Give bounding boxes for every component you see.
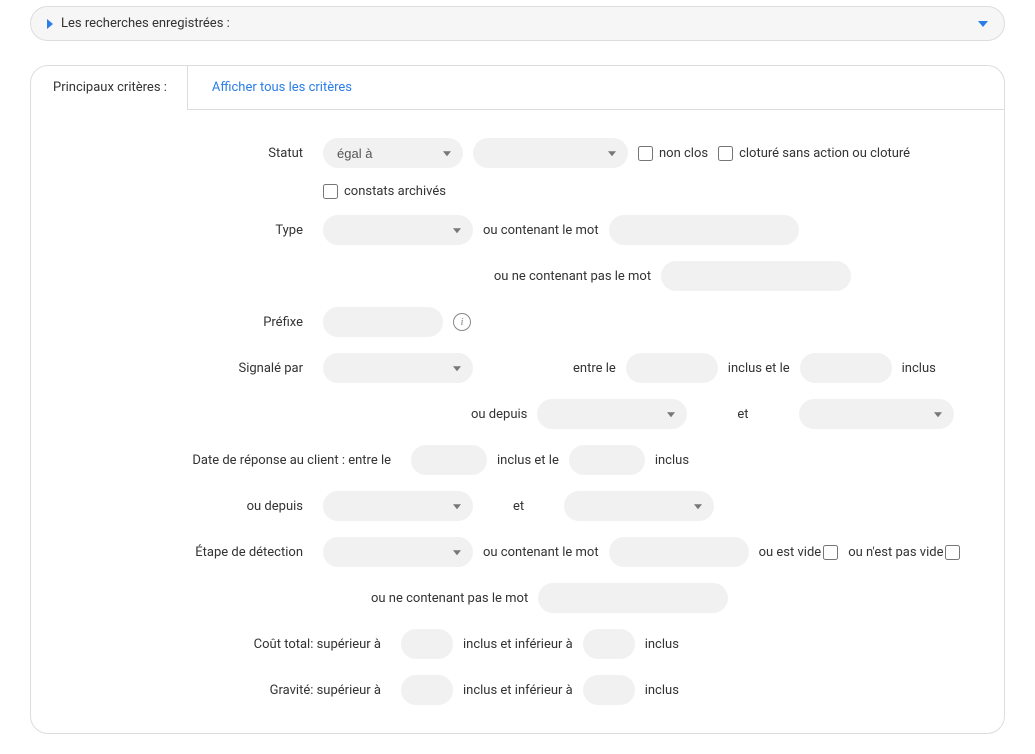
text-et-1: et (737, 407, 748, 422)
row-statut: Statut égal à non clos cloturé sans acti… (71, 138, 964, 168)
criteria-panel: Principaux critères : Afficher tous les … (30, 65, 1005, 734)
signale-select[interactable] (323, 353, 473, 383)
expand-icon (47, 19, 53, 29)
tabs: Principaux critères : Afficher tous les … (31, 66, 1004, 110)
row-type: Type ou contenant le mot (71, 215, 964, 245)
text-inclus-4: inclus (645, 683, 679, 698)
text-ou-ne-contenant-1: ou ne contenant pas le mot (494, 269, 651, 284)
label-prefixe: Préfixe (71, 315, 313, 330)
label-date-reponse: Date de réponse au client : entre le (71, 453, 401, 468)
text-ou-depuis-2: ou depuis (71, 499, 313, 514)
text-inclus-inf-2: inclus et inférieur à (463, 683, 573, 698)
tab-main-criteria[interactable]: Principaux critères : (31, 66, 187, 110)
checkbox-non-clos[interactable]: non clos (638, 146, 708, 161)
checkbox-nest-pas-vide-input[interactable] (945, 545, 960, 560)
checkbox-est-vide[interactable]: ou est vide (759, 545, 839, 560)
signale-date-to[interactable] (800, 353, 892, 383)
etape-select[interactable] (323, 537, 473, 567)
tab-all-criteria[interactable]: Afficher tous les critères (187, 66, 1004, 110)
gravite-min-input[interactable] (401, 675, 453, 705)
checkbox-non-clos-input[interactable] (638, 146, 653, 161)
text-et-2: et (513, 499, 524, 514)
text-ou-contenant-2: ou contenant le mot (483, 545, 599, 560)
text-inclus-et-le-1: inclus et le (728, 361, 790, 376)
criteria-form: Statut égal à non clos cloturé sans acti… (31, 110, 1004, 733)
text-inclus-inf-1: inclus et inférieur à (463, 637, 573, 652)
label-etape: Étape de détection (71, 545, 313, 560)
reponse-depuis-select[interactable] (323, 491, 473, 521)
checkbox-nest-pas-vide[interactable]: ou n'est pas vide (848, 545, 960, 560)
reponse-date-from[interactable] (411, 445, 487, 475)
type-select[interactable] (323, 215, 473, 245)
saved-searches-label: Les recherches enregistrées : (61, 16, 230, 31)
text-inclus-et-le-2: inclus et le (497, 453, 559, 468)
text-entre-le: entre le (573, 361, 616, 376)
checkbox-archives[interactable]: constats archivés (323, 184, 446, 199)
text-ou-contenant-1: ou contenant le mot (483, 223, 599, 238)
row-prefixe: Préfixe i (71, 307, 964, 337)
dropdown-icon[interactable] (978, 21, 988, 27)
checkbox-cloture-input[interactable] (718, 146, 733, 161)
type-notcontains-input[interactable] (661, 261, 851, 291)
row-reponse-depuis: ou depuis et (71, 491, 964, 521)
row-cout: Coût total: supérieur à inclus et inféri… (71, 629, 964, 659)
text-ou-ne-contenant-2: ou ne contenant pas le mot (371, 591, 528, 606)
signale-date-from[interactable] (626, 353, 718, 383)
etape-notcontains-input[interactable] (538, 583, 728, 613)
row-gravite: Gravité: supérieur à inclus et inférieur… (71, 675, 964, 705)
text-inclus-3: inclus (645, 637, 679, 652)
label-cout: Coût total: supérieur à (71, 637, 391, 652)
type-contains-input[interactable] (609, 215, 799, 245)
label-statut: Statut (71, 146, 313, 161)
etape-contains-input[interactable] (609, 537, 749, 567)
cout-min-input[interactable] (401, 629, 453, 659)
label-gravite: Gravité: supérieur à (71, 683, 391, 698)
prefixe-input[interactable] (323, 307, 443, 337)
row-etape-not: ou ne contenant pas le mot (71, 583, 964, 613)
signale-depuis-select[interactable] (537, 399, 687, 429)
label-signale-par: Signalé par (71, 361, 313, 376)
saved-searches-bar[interactable]: Les recherches enregistrées : (30, 6, 1005, 41)
checkbox-est-vide-input[interactable] (823, 545, 838, 560)
signale-et-select[interactable] (799, 399, 954, 429)
text-inclus-1: inclus (902, 361, 936, 376)
row-etape: Étape de détection ou contenant le mot o… (71, 537, 964, 567)
reponse-et-select[interactable] (564, 491, 714, 521)
checkbox-archives-input[interactable] (323, 184, 338, 199)
text-inclus-2: inclus (655, 453, 689, 468)
checkbox-cloture[interactable]: cloturé sans action ou cloturé (718, 146, 910, 161)
row-date-reponse: Date de réponse au client : entre le inc… (71, 445, 964, 475)
text-ou-depuis-1: ou depuis (471, 407, 527, 422)
row-signale-par: Signalé par entre le inclus et le inclus (71, 353, 964, 383)
info-icon[interactable]: i (453, 313, 471, 331)
label-type: Type (71, 223, 313, 238)
statut-operator-select[interactable]: égal à (323, 138, 463, 168)
row-type-not: ou ne contenant pas le mot (71, 261, 964, 291)
reponse-date-to[interactable] (569, 445, 645, 475)
cout-max-input[interactable] (583, 629, 635, 659)
statut-value-select[interactable] (473, 138, 628, 168)
row-archives: constats archivés (71, 184, 964, 199)
row-signale-depuis: ou depuis et (71, 399, 964, 429)
gravite-max-input[interactable] (583, 675, 635, 705)
